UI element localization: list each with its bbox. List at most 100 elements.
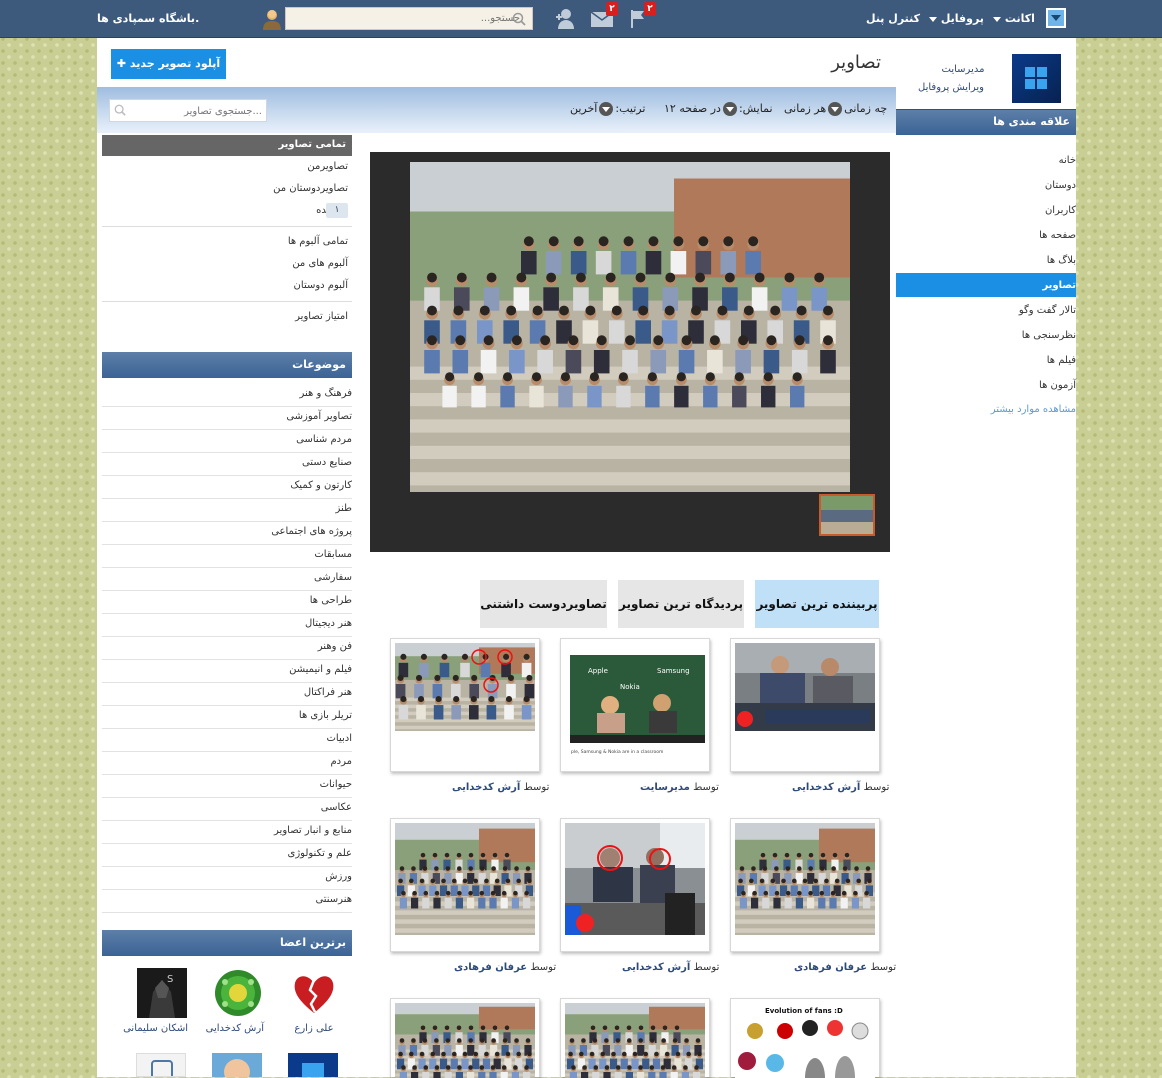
topic-item[interactable]: هنر دیجیتال bbox=[102, 614, 352, 637]
photo-thumbnail[interactable] bbox=[395, 1003, 535, 1078]
author-link[interactable]: آرش کدخدایی bbox=[792, 782, 860, 793]
photo-thumbnail[interactable] bbox=[565, 1003, 705, 1078]
photo-thumbnail[interactable]: Apple Samsung Nokia ple, Samsung & Nokia ar… bbox=[565, 643, 705, 755]
author-link[interactable]: مدیرسایت bbox=[640, 782, 690, 793]
photo-card[interactable] bbox=[390, 638, 540, 772]
show-filter[interactable]: نمایش:در صفحه ۱۲ bbox=[664, 102, 773, 116]
when-filter[interactable]: چه زمانی هر زمانی bbox=[784, 102, 887, 116]
profile-menu[interactable]: پروفایل bbox=[926, 12, 984, 25]
photo-thumbnail[interactable] bbox=[819, 494, 875, 536]
all-albums-link[interactable]: تمامی آلبوم ها bbox=[288, 236, 348, 247]
photo-thumbnail[interactable]: Evolution of fans :D bbox=[735, 1003, 875, 1078]
all-photos-header[interactable]: تمامی تصاویر bbox=[102, 135, 352, 156]
member-avatar[interactable] bbox=[288, 1053, 338, 1077]
user-avatar-icon[interactable] bbox=[262, 8, 282, 33]
topic-item[interactable]: فن وهنر bbox=[102, 637, 352, 660]
topic-item[interactable]: فرهنگ و هنر bbox=[102, 384, 352, 407]
topic-item[interactable]: ورزش bbox=[102, 867, 352, 890]
photo-card[interactable] bbox=[560, 998, 710, 1078]
member-avatar[interactable]: S bbox=[137, 968, 187, 1018]
topic-item[interactable]: حیوانات bbox=[102, 775, 352, 798]
member-name[interactable]: علی زارع bbox=[288, 1023, 340, 1034]
control-panel-link[interactable]: کنترل پنل bbox=[866, 12, 920, 25]
search-icon[interactable] bbox=[512, 12, 526, 29]
messages-icon[interactable]: ۲ bbox=[590, 2, 618, 31]
photo-card[interactable] bbox=[390, 818, 540, 952]
topic-item[interactable]: طنز bbox=[102, 499, 352, 522]
photo-search-box[interactable] bbox=[109, 99, 267, 122]
friends-photos-link[interactable]: تصاویردوستان من bbox=[273, 183, 348, 194]
topic-item[interactable]: تریلر بازی ها bbox=[102, 706, 352, 729]
profile-avatar[interactable] bbox=[1012, 54, 1061, 103]
photo-card[interactable]: Evolution of fans :D bbox=[730, 998, 880, 1078]
my-albums-link[interactable]: آلبوم های من bbox=[292, 258, 348, 269]
member-card[interactable]: S اشکان سلیمانی bbox=[123, 968, 188, 1034]
photo-thumbnail[interactable] bbox=[395, 823, 535, 935]
photo-card[interactable] bbox=[730, 638, 880, 772]
member-name[interactable]: اشکان سلیمانی bbox=[123, 1023, 188, 1034]
friends-albums-link[interactable]: آلبوم دوستان bbox=[294, 280, 348, 291]
tab-most-liked[interactable]: تصاویردوست داشتنی bbox=[480, 580, 607, 628]
topic-item[interactable]: پروژه های اجتماعی bbox=[102, 522, 352, 545]
author-link[interactable]: آرش کدخدایی bbox=[452, 782, 520, 793]
photo-thumbnail[interactable] bbox=[735, 643, 875, 731]
my-photos-link[interactable]: تصاویرمن bbox=[307, 161, 348, 172]
sidebar-item-users[interactable]: کاربران bbox=[1045, 205, 1076, 216]
sidebar-item-forum[interactable]: تالار گفت وگو bbox=[1019, 305, 1076, 316]
topic-item[interactable]: علم و تکنولوژی bbox=[102, 844, 352, 867]
search-icon[interactable] bbox=[114, 104, 126, 119]
topic-item[interactable]: طراحی ها bbox=[102, 591, 352, 614]
topic-item[interactable]: تصاویر آموزشی bbox=[102, 407, 352, 430]
sort-filter[interactable]: ترتیب:آخرین bbox=[570, 102, 645, 116]
friend-requests-icon[interactable] bbox=[553, 8, 575, 33]
photo-search-input[interactable] bbox=[128, 103, 262, 119]
photo-thumbnail[interactable] bbox=[735, 823, 875, 935]
sidebar-item-pages[interactable]: صفحه ها bbox=[1039, 230, 1076, 241]
tab-most-commented[interactable]: پردیدگاه ترین تصاویر bbox=[618, 580, 744, 628]
topic-item[interactable]: هنر فراکتال bbox=[102, 683, 352, 706]
featured-photo[interactable] bbox=[410, 162, 850, 492]
photo-ratings-link[interactable]: امتیاز تصاویر bbox=[295, 311, 348, 322]
member-avatar[interactable] bbox=[136, 1053, 186, 1077]
sidebar-item-home[interactable]: خانه bbox=[1059, 155, 1076, 166]
sidebar-item-videos[interactable]: فیلم ها bbox=[1047, 355, 1076, 366]
topic-item[interactable]: منابع و انبار تصاویر bbox=[102, 821, 352, 844]
member-avatar[interactable] bbox=[213, 968, 263, 1018]
topic-item[interactable]: عکاسی bbox=[102, 798, 352, 821]
member-name[interactable]: آرش کدخدایی bbox=[206, 1023, 264, 1034]
profile-name[interactable]: مدیرسایت bbox=[920, 64, 1006, 75]
topic-item[interactable]: فیلم و انیمیشن bbox=[102, 660, 352, 683]
tab-most-viewed[interactable]: پربیننده ترین تصاویر bbox=[755, 580, 879, 628]
account-menu[interactable]: اکانت bbox=[990, 12, 1035, 25]
photo-card[interactable] bbox=[730, 818, 880, 952]
topic-item[interactable]: هنرسنتی bbox=[102, 890, 352, 913]
edit-profile-link[interactable]: ویرایش پروفایل bbox=[896, 82, 1006, 93]
photo-thumbnail[interactable] bbox=[395, 643, 535, 731]
main-menu-button[interactable] bbox=[1046, 8, 1066, 28]
global-search-input[interactable] bbox=[310, 10, 520, 27]
photo-card[interactable] bbox=[560, 818, 710, 952]
author-link[interactable]: عرفان فرهادی bbox=[794, 962, 867, 973]
sidebar-item-polls[interactable]: نظرسنجی ها bbox=[1022, 330, 1076, 341]
site-brand[interactable]: باشگاه سمپادی ها. bbox=[97, 12, 199, 25]
upload-photo-button[interactable]: ✚ آپلود تصویر جدید bbox=[111, 49, 226, 79]
topic-item[interactable]: کارتون و کمیک bbox=[102, 476, 352, 499]
member-card[interactable]: آرش کدخدایی bbox=[206, 968, 264, 1034]
sidebar-item-friends[interactable]: دوستان bbox=[1045, 180, 1076, 191]
member-card[interactable]: علی زارع bbox=[288, 968, 340, 1034]
photo-card[interactable]: Apple Samsung Nokia ple, Samsung & Nokia ar… bbox=[560, 638, 710, 772]
topic-item[interactable]: سفارشی bbox=[102, 568, 352, 591]
member-avatar[interactable] bbox=[289, 968, 339, 1018]
view-more-link[interactable]: مشاهده موارد بیشتر bbox=[991, 404, 1076, 415]
sidebar-item-quizzes[interactable]: آزمون ها bbox=[1039, 380, 1076, 391]
topic-item[interactable]: ادبیات bbox=[102, 729, 352, 752]
topic-item[interactable]: مردم شناسی bbox=[102, 430, 352, 453]
member-avatar[interactable] bbox=[212, 1053, 262, 1077]
photo-thumbnail[interactable] bbox=[565, 823, 705, 935]
topic-item[interactable]: مردم bbox=[102, 752, 352, 775]
author-link[interactable]: آرش کدخدایی bbox=[622, 962, 690, 973]
author-link[interactable]: عرفان فرهادی bbox=[454, 962, 527, 973]
topic-item[interactable]: مسابقات bbox=[102, 545, 352, 568]
topic-item[interactable]: صنایع دستی bbox=[102, 453, 352, 476]
global-search-box[interactable] bbox=[285, 7, 533, 30]
